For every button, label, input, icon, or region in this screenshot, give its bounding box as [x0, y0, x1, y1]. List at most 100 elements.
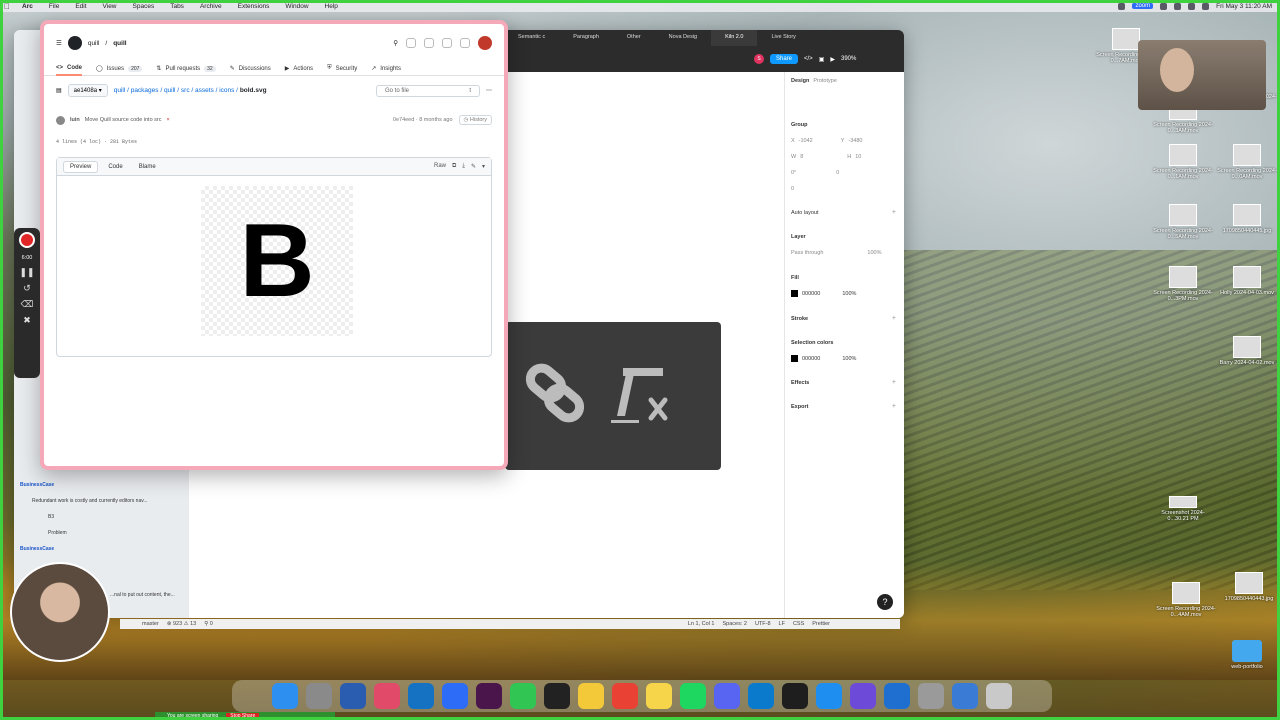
breadcrumb[interactable]: quill / packages / quill / src / assets … [114, 87, 267, 94]
line-ending[interactable]: LF [779, 621, 785, 627]
commit-meta[interactable]: 0e74eed · 8 months ago [393, 117, 453, 123]
discord-icon[interactable] [714, 683, 740, 709]
add-stroke-icon[interactable]: + [892, 315, 896, 322]
repo-owner[interactable]: quill [88, 40, 100, 47]
terminal-icon[interactable] [544, 683, 570, 709]
repo-name[interactable]: quill [113, 40, 126, 47]
rotation-field[interactable]: 0° [791, 170, 796, 176]
close-icon[interactable]: ✖ [23, 316, 31, 325]
tab-issues[interactable]: ◯ Issues 207 [96, 62, 143, 76]
restart-icon[interactable]: ↺ [23, 284, 31, 293]
menu-app-name[interactable]: Arc [14, 3, 41, 10]
fill-swatch[interactable] [791, 290, 798, 297]
status-icon[interactable] [1160, 2, 1168, 10]
avatar[interactable] [478, 36, 492, 50]
vscode-icon[interactable] [748, 683, 774, 709]
launchpad-icon[interactable] [306, 683, 332, 709]
menu-icon[interactable]: ☰ [56, 39, 62, 47]
tab-paragraph[interactable]: Paragraph [559, 30, 613, 46]
status-icon[interactable] [1118, 2, 1126, 10]
h-field[interactable]: 10 [855, 154, 861, 160]
tab-code-view[interactable]: Code [102, 162, 128, 172]
w-field[interactable]: 8 [800, 154, 803, 160]
copy-icon[interactable]: ⧉ [452, 163, 456, 170]
zoom-icon[interactable] [442, 683, 468, 709]
share-button[interactable]: Share [770, 54, 799, 64]
desktop-file[interactable]: Holly 2024-04-03.mov [1216, 266, 1278, 296]
sidebar-item[interactable]: B3 [20, 514, 175, 520]
apple-menu-icon[interactable]:  [0, 2, 14, 11]
help-button[interactable]: ? [877, 594, 893, 610]
avatar[interactable] [56, 115, 65, 125]
create-new-icon[interactable] [406, 38, 416, 48]
chrome-icon[interactable] [612, 683, 638, 709]
menu-window[interactable]: Window [277, 3, 316, 10]
record-button[interactable] [19, 232, 35, 248]
menu-tabs[interactable]: Tabs [162, 3, 192, 10]
menu-extensions[interactable]: Extensions [230, 3, 278, 10]
go-to-file-input[interactable]: Go to file t [376, 84, 480, 97]
tab-discussions[interactable]: ✎ Discussions [230, 62, 271, 76]
menu-edit[interactable]: Edit [67, 3, 94, 10]
tab-nova-design[interactable]: Nova Desig [655, 30, 711, 46]
desktop-file[interactable]: Screenshot 2024-0...30.21 PM [1152, 496, 1214, 522]
desktop-file[interactable]: Barry 2024-04-02.mov [1216, 336, 1278, 366]
tab-security[interactable]: ⛨ Security [327, 62, 357, 76]
tab-insights[interactable]: ↗ Insights [371, 62, 401, 76]
desktop-file[interactable]: Screen Recording 2024-0...4AM.mov [1155, 582, 1217, 618]
add-effect-icon[interactable]: + [892, 379, 896, 386]
sidebar-heading[interactable]: BusinessCase [20, 482, 175, 488]
history-button[interactable]: ◷ History [458, 115, 492, 125]
outlook-icon[interactable] [408, 683, 434, 709]
desktop-file[interactable]: 1709850440445.jpg [1216, 204, 1278, 234]
trash-icon[interactable] [986, 683, 1012, 709]
battery-icon[interactable] [1202, 2, 1210, 10]
webcam-bubble[interactable] [10, 562, 110, 662]
edit-icon[interactable]: ✎ [471, 163, 476, 170]
pull-requests-icon[interactable] [442, 38, 452, 48]
radius2-field[interactable]: 0 [791, 186, 794, 192]
add-export-icon[interactable]: + [892, 403, 896, 410]
commit-status-icon[interactable]: × [167, 117, 170, 123]
breadcrumb-path[interactable]: quill / packages / quill / src / assets … [114, 87, 238, 94]
wb-icon[interactable] [340, 683, 366, 709]
commit-message[interactable]: Move Quill source code into src [85, 117, 162, 123]
tab-kiln[interactable]: Kiln 2.0 [711, 30, 758, 46]
arc-icon[interactable] [374, 683, 400, 709]
download-icon[interactable]: ⤓ [462, 163, 465, 170]
star-icon[interactable] [850, 683, 876, 709]
code-icon[interactable]: </> [804, 56, 813, 62]
menu-archive[interactable]: Archive [192, 3, 230, 10]
spotify-icon[interactable] [680, 683, 706, 709]
desktop-file[interactable]: Screen Recording 2024-0...1AM.mov [1152, 144, 1214, 180]
desktop-file[interactable]: Screen Recording 2024-0...3PM.mov [1152, 266, 1214, 302]
book-icon[interactable]: ▣ [819, 56, 825, 63]
fill-opacity[interactable]: 100% [842, 291, 856, 297]
tab-blame[interactable]: Blame [133, 162, 162, 172]
cursor-position[interactable]: Ln 1, Col 1 [688, 621, 715, 627]
radius-field[interactable]: 0 [836, 170, 839, 176]
fill-hex[interactable]: 000000 [802, 291, 820, 297]
menu-view[interactable]: View [95, 3, 125, 10]
y-field[interactable]: -3480 [848, 138, 862, 144]
search-icon[interactable]: ⚲ [393, 39, 398, 47]
inbox-icon[interactable] [460, 38, 470, 48]
diagnostics[interactable]: ⊗ 923 ⚠ 13 [167, 621, 196, 627]
commit-author[interactable]: luin [70, 117, 80, 123]
tab-prototype[interactable]: Prototype [813, 78, 837, 84]
menu-help[interactable]: Help [317, 3, 346, 10]
sidebar-item[interactable]: Redundant work is costly and currently e… [20, 498, 175, 504]
indent-spaces[interactable]: Spaces: 2 [722, 621, 746, 627]
stickies-icon[interactable] [646, 683, 672, 709]
messages-icon[interactable] [510, 683, 536, 709]
git-branch[interactable]: master [142, 621, 159, 627]
desktop-file[interactable]: Screen Recording 2024-0...0AM.mov [1216, 144, 1278, 180]
menu-clock[interactable]: Fri May 3 11:20 AM [1216, 3, 1272, 10]
sidebar-toggle-icon[interactable]: ▤ [56, 87, 62, 94]
desktop-file[interactable]: Screen Recording 2024-0...5AM.mov [1152, 204, 1214, 240]
sidebar-heading[interactable]: BusinessCase [20, 546, 175, 552]
selection-opacity[interactable]: 100% [842, 356, 856, 362]
pics-icon[interactable] [952, 683, 978, 709]
tab-other[interactable]: Other [613, 30, 655, 46]
tab-semantic[interactable]: Semantic c [504, 30, 559, 46]
